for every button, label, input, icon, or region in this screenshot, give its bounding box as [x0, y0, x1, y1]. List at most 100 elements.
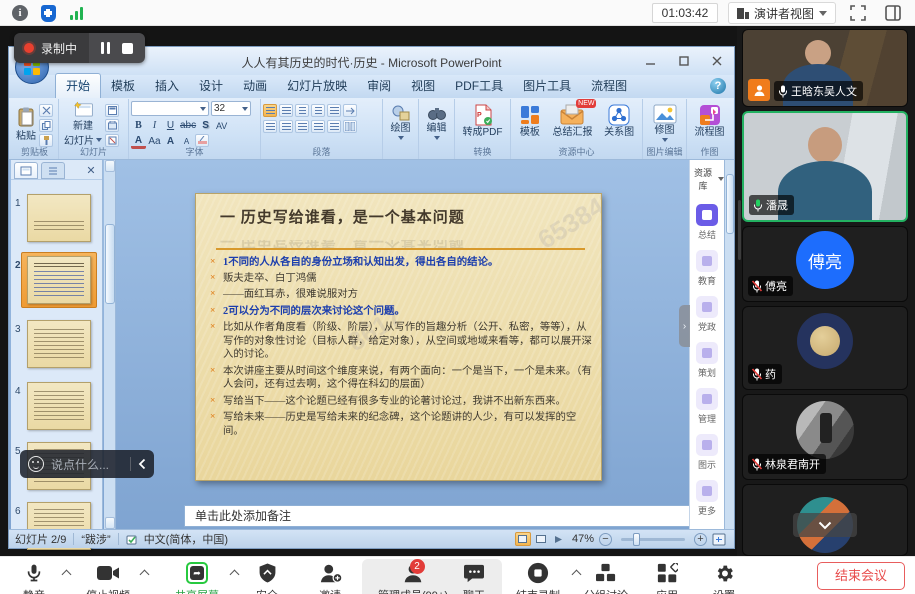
relation-diagram-button[interactable]: 关系图 — [604, 101, 634, 138]
slide-thumbnail-2[interactable] — [27, 256, 91, 304]
slide-thumbnail-3[interactable] — [27, 320, 91, 368]
justify-button[interactable] — [311, 120, 325, 133]
cut-button[interactable] — [39, 104, 53, 117]
participant-tile-2[interactable]: 潘晟 — [742, 111, 908, 222]
security-button[interactable]: 安全 — [244, 557, 290, 594]
align-center-button[interactable] — [279, 120, 293, 133]
stop-recording-icon[interactable] — [122, 43, 133, 54]
copy-button[interactable] — [39, 119, 53, 132]
line-spacing-button[interactable] — [327, 104, 341, 117]
fullscreen-button[interactable] — [849, 4, 867, 22]
sidebar-scrollbar[interactable] — [738, 200, 741, 260]
resource-item-summary[interactable]: 总结 — [690, 204, 724, 241]
collapse-videos-button[interactable] — [793, 513, 857, 537]
align-right-button[interactable] — [295, 120, 309, 133]
tab-picture-tools[interactable]: 图片工具 — [513, 74, 581, 98]
slides-tab[interactable] — [14, 162, 38, 179]
resource-item-party[interactable]: 党政 — [690, 296, 724, 333]
summary-report-button[interactable]: NEW 总结汇报 — [552, 101, 592, 138]
distribute-button[interactable] — [327, 120, 341, 133]
slide-sorter-button[interactable] — [533, 532, 549, 546]
participant-tile-5[interactable]: 林泉君南开 — [742, 394, 908, 480]
vertical-scrollbar[interactable] — [724, 160, 734, 529]
resource-item-planning[interactable]: 策划 — [690, 342, 724, 379]
quick-chat-bar[interactable]: 说点什么... — [20, 450, 154, 478]
slide-thumbnail-4[interactable] — [27, 382, 91, 430]
settings-button[interactable]: 设置 — [700, 557, 748, 594]
collapse-left-icon[interactable] — [138, 458, 146, 470]
apps-button[interactable]: 应用 — [644, 557, 690, 594]
panel-collapse-handle[interactable]: › — [679, 305, 690, 347]
resource-item-diagram[interactable]: 图示 — [690, 434, 724, 471]
indent-decrease-button[interactable] — [295, 104, 309, 117]
text-direction-button[interactable] — [343, 104, 357, 117]
text-shadow-button[interactable]: S — [198, 118, 213, 133]
security-status-button[interactable] — [38, 3, 58, 23]
participant-tile-4[interactable]: 药 — [742, 306, 908, 390]
meeting-info-button[interactable]: i — [10, 3, 30, 23]
sidebar-toggle-button[interactable] — [884, 4, 902, 22]
participant-tile-3[interactable]: 傅亮 傅亮 — [742, 226, 908, 302]
tab-insert[interactable]: 插入 — [145, 74, 189, 98]
scroll-up-arrow[interactable] — [105, 160, 115, 172]
flowchart-button[interactable]: 流程图 — [689, 101, 730, 146]
strikethrough-button[interactable]: abc — [179, 118, 197, 133]
emoji-icon[interactable] — [28, 456, 44, 472]
tab-home[interactable]: 开始 — [55, 73, 101, 98]
bullets-button[interactable] — [263, 104, 277, 117]
share-screen-button[interactable]: ➦ 共享屏幕 — [168, 557, 226, 594]
tab-view[interactable]: 视图 — [401, 74, 445, 98]
slide-layout-button[interactable] — [105, 104, 119, 117]
maximize-button[interactable] — [670, 51, 697, 70]
stop-video-button[interactable]: 停止视频 — [80, 557, 136, 594]
scrollbar-thumb[interactable] — [726, 174, 734, 234]
pause-recording-icon[interactable] — [101, 42, 110, 54]
slide-thumbnail-1[interactable] — [27, 194, 91, 242]
columns-button[interactable] — [343, 120, 357, 133]
close-button[interactable] — [703, 51, 730, 70]
zoom-slider-thumb[interactable] — [633, 533, 640, 546]
slideshow-button[interactable] — [551, 532, 567, 546]
template-button[interactable]: 模板 — [519, 101, 541, 138]
normal-view-button[interactable] — [515, 532, 531, 546]
draw-button[interactable]: 绘图 — [385, 101, 416, 146]
reset-slide-button[interactable] — [105, 119, 119, 132]
share-options-chevron[interactable] — [230, 569, 238, 577]
invite-button[interactable]: 邀请 — [304, 557, 356, 594]
view-mode-dropdown[interactable]: 演讲者视图 — [728, 2, 836, 24]
current-slide[interactable]: 一 历史写给谁看，是一个基本问题 一 历史写给谁看，是一个基本问题 653848… — [195, 193, 602, 481]
language-status[interactable]: 中文(简体，中国) — [144, 531, 228, 547]
resource-item-more[interactable]: 更多 — [690, 480, 724, 517]
chat-placeholder[interactable]: 说点什么... — [51, 456, 123, 473]
paste-button[interactable]: 粘贴 — [13, 101, 39, 147]
resource-panel-header[interactable]: 资源库 — [690, 160, 724, 192]
spellcheck-icon[interactable] — [126, 533, 139, 545]
end-meeting-button[interactable]: 结束会议 — [817, 562, 905, 590]
convert-to-pdf-button[interactable]: P 转成PDF — [457, 101, 508, 146]
italic-button[interactable]: I — [147, 118, 162, 133]
tab-pdf-tools[interactable]: PDF工具 — [445, 74, 513, 98]
help-button[interactable]: ? — [710, 78, 726, 94]
manage-members-button[interactable]: 2 管理成员(99+) — [366, 557, 460, 594]
zoom-slider[interactable] — [621, 538, 685, 541]
mute-options-chevron[interactable] — [62, 569, 70, 577]
bold-button[interactable]: B — [131, 118, 146, 133]
edit-button[interactable]: 编辑 — [421, 101, 452, 146]
numbering-button[interactable] — [279, 104, 293, 117]
chat-button[interactable]: 聊天 — [448, 557, 500, 594]
mute-button[interactable]: 静音 — [8, 557, 60, 594]
zoom-out-button[interactable]: − — [599, 533, 612, 546]
notes-pane[interactable]: 单击此处添加备注 — [184, 505, 695, 527]
font-name-combobox[interactable] — [131, 101, 209, 116]
tab-flowchart[interactable]: 流程图 — [581, 74, 637, 98]
scrollbar-thumb[interactable] — [105, 224, 115, 304]
participant-tile-1[interactable]: 王晗东吴人文 — [742, 29, 908, 107]
character-spacing-button[interactable]: AV — [214, 118, 229, 133]
close-pane-icon[interactable]: ✕ — [83, 164, 99, 177]
indent-increase-button[interactable] — [311, 104, 325, 117]
minimize-button[interactable] — [637, 51, 664, 70]
underline-button[interactable]: U — [163, 118, 178, 133]
retouch-button[interactable]: 修图 — [645, 101, 684, 146]
scroll-down-arrow[interactable] — [105, 517, 115, 529]
resource-item-management[interactable]: 管理 — [690, 388, 724, 425]
